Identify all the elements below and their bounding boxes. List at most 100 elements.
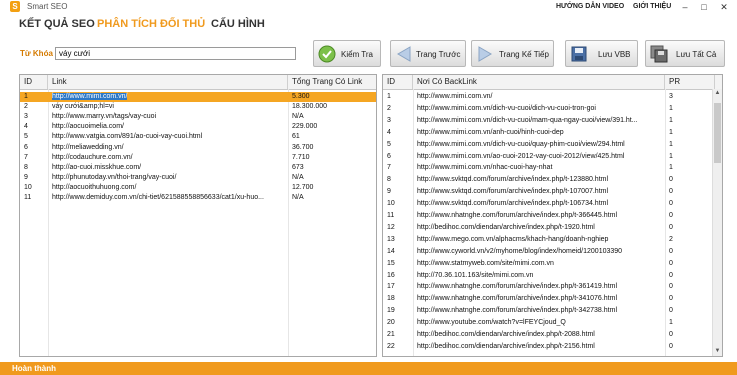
close-button[interactable]: ✕: [716, 1, 732, 13]
save-button[interactable]: Lưu VBB: [565, 40, 638, 67]
maximize-button[interactable]: □: [696, 1, 712, 13]
table-row[interactable]: 17 http://www.nhatnghe.com/forum/archive/…: [383, 282, 713, 292]
table-row[interactable]: 11 http://www.demiduy.com.vn/chi-tiet/621…: [20, 193, 376, 203]
cell-pr: 1: [669, 128, 673, 136]
cell-pr: 1: [669, 140, 673, 148]
table-header: ID Link Tổng Trang Có Link: [20, 75, 376, 90]
table-row[interactable]: 6 http://www.mimi.com.vn/ao-cuoi-2012-vay…: [383, 152, 713, 162]
table-row[interactable]: 5 http://www.vatgia.com/891/ao-cuoi-vay-c…: [20, 132, 376, 142]
cell-backlink-source: http://www.cyworld.vn/v2/myhome/blog/ind…: [417, 247, 623, 255]
cell-id: 9: [24, 173, 28, 181]
table-row[interactable]: 8 http://www.svktqd.com/forum/archive/ind…: [383, 175, 713, 185]
video-guide-link[interactable]: HƯỚNG DẪN VIDEO: [556, 3, 624, 10]
cell-backlink-source: http://www.mimi.com.vn/ao-cuoi-2012-vay-…: [417, 152, 625, 160]
table-row[interactable]: 14 http://www.cyworld.vn/v2/myhome/blog/i…: [383, 247, 713, 257]
cell-id: 7: [24, 153, 28, 161]
cell-id: 1: [24, 93, 28, 100]
check-button[interactable]: Kiểm Tra: [313, 40, 381, 67]
table-row[interactable]: 12 http://bedihoc.com/diendan/archive/ind…: [383, 223, 713, 233]
table-row[interactable]: 16 http://70.36.101.163/site/mimi.com.vn 0: [383, 271, 713, 281]
prev-page-button[interactable]: Trang Trước: [390, 40, 466, 67]
scrollbar-thumb[interactable]: [714, 103, 721, 163]
about-link[interactable]: GIỚI THIỆU: [633, 3, 671, 10]
table-row[interactable]: 21 http://bedihoc.com/diendan/archive/ind…: [383, 330, 713, 340]
table-row[interactable]: 1 http://www.mimi.com.vn/3: [383, 92, 713, 102]
cell-link: http://meliawedding.vn/: [52, 143, 124, 151]
table-row[interactable]: 3 http://www.mimi.com.vn/dich-vu-cuoi/mam…: [383, 116, 713, 126]
status-bar: Hoàn thành: [0, 362, 737, 375]
table-row[interactable]: 18 http://www.nhatnghe.com/forum/archive/…: [383, 294, 713, 304]
cell-id: 5: [24, 133, 28, 141]
cell-total-pages: N/A: [292, 113, 304, 121]
cell-total-pages: 673: [292, 163, 304, 171]
keyword-input[interactable]: [55, 47, 296, 60]
table-row[interactable]: 4 http://aocuoimelia.com/229.000: [20, 122, 376, 132]
table-row[interactable]: 10 http://www.svktqd.com/forum/archive/in…: [383, 199, 713, 209]
scroll-up-icon[interactable]: ▲: [713, 89, 722, 98]
cell-id: 3: [387, 116, 391, 124]
table-row[interactable]: 15 http://www.statmyweb.com/site/mimi.com…: [383, 259, 713, 269]
table-row[interactable]: 7 http://codauchure.com.vn/7.710: [20, 153, 376, 163]
column-header-link[interactable]: Link: [48, 75, 288, 89]
menu-tab-settings[interactable]: CẤU HÌNH: [211, 18, 265, 30]
table-row[interactable]: 7 http://www.mimi.com.vn/nhac-cuoi-hay-nh…: [383, 163, 713, 173]
table-row[interactable]: 8 http://ao-cuoi.misskhue.com/673: [20, 163, 376, 173]
cell-pr: 0: [669, 223, 673, 231]
cell-id: 18: [387, 295, 395, 303]
check-icon: [318, 45, 336, 63]
table-row[interactable]: 4 http://www.mimi.com.vn/anh-cuoi/hinh-cu…: [383, 128, 713, 138]
cell-id: 10: [387, 200, 395, 208]
table-row[interactable]: 9 http://phunutoday.vn/thoi-trang/vay-cuo…: [20, 173, 376, 183]
cell-link: http://ao-cuoi.misskhue.com/: [52, 163, 142, 171]
table-row[interactable]: 1 http://www.mimi.com.vn/5.300: [20, 92, 376, 102]
column-header-id[interactable]: ID: [20, 75, 48, 89]
table-row[interactable]: 19 http://www.nhatnghe.com/forum/archive/…: [383, 306, 713, 316]
table-row[interactable]: 13 http://www.mego.com.vn/alphacms/khach-…: [383, 235, 713, 245]
minimize-button[interactable]: –: [677, 1, 693, 13]
cell-backlink-source: http://bedihoc.com/diendan/archive/index…: [417, 223, 595, 231]
table-row[interactable]: 10 http://aocuoithuhuong.com/12.700: [20, 183, 376, 193]
cell-link: http://www.marry.vn/tags/vay-cuoi: [52, 113, 157, 121]
table-row[interactable]: 3 http://www.marry.vn/tags/vay-cuoi N/A: [20, 112, 376, 122]
cell-id: 14: [387, 247, 395, 255]
save-all-button[interactable]: Lưu Tất Cả: [645, 40, 725, 67]
column-header-total-pages[interactable]: Tổng Trang Có Link: [288, 75, 376, 89]
next-page-button[interactable]: Trang Kế Tiếp: [471, 40, 554, 67]
cell-backlink-source: http://www.mimi.com.vn/: [417, 93, 493, 100]
table-row[interactable]: 11 http://www.nhatnghe.com/forum/archive/…: [383, 211, 713, 221]
floppy-disk-icon: [571, 46, 587, 62]
column-header-pr[interactable]: PR: [665, 75, 715, 89]
table-row[interactable]: 9 http://www.svktqd.com/forum/archive/ind…: [383, 187, 713, 197]
arrow-left-icon: [397, 46, 411, 62]
table-row[interactable]: 22 http://bedihoc.com/diendan/archive/ind…: [383, 342, 713, 352]
cell-total-pages: 36.700: [292, 143, 314, 151]
cell-pr: 0: [669, 176, 673, 184]
scroll-down-icon[interactable]: ▼: [713, 347, 722, 356]
table-row[interactable]: 2 váy cưới&amp;hl=vi 18.300.000: [20, 102, 376, 112]
title-bar: S Smart SEO HƯỚNG DẪN VIDEO GIỚI THIỆU –…: [0, 0, 737, 14]
menu-tab-seo-results[interactable]: KẾT QUẢ SEO: [19, 18, 95, 30]
cell-pr: 3: [669, 93, 673, 100]
column-header-id[interactable]: ID: [383, 75, 413, 89]
column-header-backlink-source[interactable]: Nơi Có BackLink: [413, 75, 665, 89]
cell-backlink-source: http://www.svktqd.com/forum/archive/inde…: [417, 188, 609, 196]
app-title: Smart SEO: [27, 2, 68, 11]
cell-id: 11: [387, 212, 395, 219]
cell-link: http://aocuoithuhuong.com/: [52, 183, 137, 191]
cell-pr: 0: [669, 271, 673, 279]
cell-id: 5: [387, 140, 391, 148]
cell-id: 13: [387, 235, 395, 243]
table-row[interactable]: 5 http://www.mimi.com.vn/dich-vu-cuoi/qua…: [383, 140, 713, 150]
cell-id: 8: [24, 163, 28, 171]
cell-backlink-source: http://www.svktqd.com/forum/archive/inde…: [417, 176, 609, 184]
table-row[interactable]: 2 http://www.mimi.com.vn/dich-vu-cuoi/dic…: [383, 104, 713, 114]
cell-backlink-source: http://www.nhatnghe.com/forum/archive/in…: [417, 283, 617, 291]
table-row[interactable]: 20 http://www.youtube.com/watch?v=lFEYCjo…: [383, 318, 713, 328]
cell-total-pages: 5.300: [292, 93, 310, 100]
vertical-scrollbar[interactable]: ▲ ▼: [712, 89, 722, 356]
table-row[interactable]: 6 http://meliawedding.vn/36.700: [20, 143, 376, 153]
menu-tab-competitor-analysis[interactable]: PHÂN TÍCH ĐỐI THỦ: [97, 18, 205, 30]
cell-link: http://www.mimi.com.vn/: [48, 92, 288, 102]
cell-id: 9: [387, 188, 391, 196]
next-page-label: Trang Kế Tiếp: [499, 50, 549, 59]
